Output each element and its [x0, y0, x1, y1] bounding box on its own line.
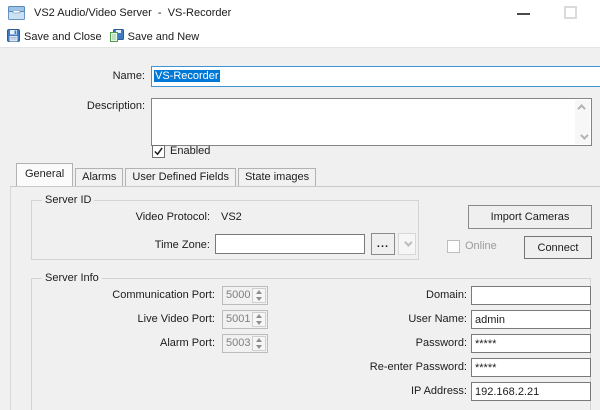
connect-button[interactable]: Connect — [524, 236, 592, 259]
alarm-port-value: 5003 — [226, 337, 250, 349]
user-name-input[interactable] — [471, 310, 591, 329]
ip-address-label: IP Address: — [317, 385, 467, 398]
re-enter-password-label: Re-enter Password: — [317, 361, 467, 374]
toolbar: Save and Close Save and New — [0, 26, 600, 48]
live-video-port-value: 5001 — [226, 313, 250, 325]
tab-alarms[interactable]: Alarms — [75, 168, 123, 186]
maximize-icon[interactable] — [564, 6, 577, 19]
tab-user-defined-fields[interactable]: User Defined Fields — [125, 168, 236, 186]
name-label: Name: — [45, 70, 145, 83]
enabled-checkbox[interactable] — [152, 145, 165, 158]
name-value-selected-text: VS-Recorder — [154, 70, 220, 82]
description-input[interactable] — [151, 98, 592, 146]
tab-general[interactable]: General — [16, 163, 73, 186]
tab-panel-top-border — [10, 186, 600, 187]
communication-port-value: 5000 — [226, 289, 250, 301]
user-name-label: User Name: — [317, 313, 467, 326]
spinner-icon[interactable] — [252, 336, 266, 351]
scroll-down-icon[interactable] — [580, 131, 588, 139]
time-zone-browse-button[interactable]: ... — [371, 233, 395, 255]
name-input[interactable]: VS-Recorder — [151, 66, 600, 87]
time-zone-label: Time Zone: — [100, 239, 210, 252]
online-label: Online — [465, 240, 497, 253]
description-scrollbar[interactable] — [575, 100, 590, 144]
import-cameras-button[interactable]: Import Cameras — [468, 205, 592, 229]
checkmark-icon — [154, 147, 163, 156]
save-and-close-label: Save and Close — [24, 31, 102, 43]
dialog-window: VS2 Audio/Video Server - VS-Recorder Sav… — [0, 0, 600, 410]
tab-panel-left-border — [10, 186, 11, 410]
save-and-new-label: Save and New — [128, 31, 200, 43]
window-title: VS2 Audio/Video Server - VS-Recorder — [34, 0, 231, 26]
save-and-new-button[interactable]: Save and New — [106, 27, 204, 47]
communication-port-label: Communication Port: — [65, 289, 215, 302]
live-video-port-label: Live Video Port: — [65, 313, 215, 326]
app-icon — [8, 6, 26, 23]
online-checkbox[interactable] — [447, 240, 460, 253]
spinner-icon[interactable] — [252, 312, 266, 327]
save-close-icon — [7, 29, 20, 45]
server-id-group-label: Server ID — [42, 194, 94, 207]
video-protocol-value: VS2 — [221, 211, 242, 224]
video-protocol-label: Video Protocol: — [100, 211, 210, 224]
save-new-icon — [110, 29, 124, 45]
scroll-up-icon[interactable] — [577, 104, 585, 112]
time-zone-dropdown-button[interactable] — [398, 233, 416, 255]
enabled-label: Enabled — [170, 145, 210, 158]
spinner-icon[interactable] — [252, 288, 266, 303]
live-video-port-stepper[interactable]: 5001 — [222, 310, 268, 329]
re-enter-password-input[interactable] — [471, 358, 591, 377]
title-bar: VS2 Audio/Video Server - VS-Recorder — [0, 0, 600, 26]
description-label: Description: — [45, 100, 145, 113]
ip-address-input[interactable] — [471, 382, 591, 401]
minimize-icon[interactable] — [517, 13, 530, 15]
alarm-port-stepper[interactable]: 5003 — [222, 334, 268, 353]
tab-state-images[interactable]: State images — [238, 168, 316, 186]
domain-input[interactable] — [471, 286, 591, 305]
time-zone-input[interactable] — [215, 234, 365, 254]
alarm-port-label: Alarm Port: — [65, 337, 215, 350]
domain-label: Domain: — [317, 289, 467, 302]
password-label: Password: — [317, 337, 467, 350]
save-and-close-button[interactable]: Save and Close — [3, 27, 106, 47]
server-info-group-label: Server Info — [42, 272, 102, 285]
chevron-down-icon — [404, 238, 412, 246]
communication-port-stepper[interactable]: 5000 — [222, 286, 268, 305]
password-input[interactable] — [471, 334, 591, 353]
tab-strip: General Alarms User Defined Fields State… — [16, 164, 318, 186]
